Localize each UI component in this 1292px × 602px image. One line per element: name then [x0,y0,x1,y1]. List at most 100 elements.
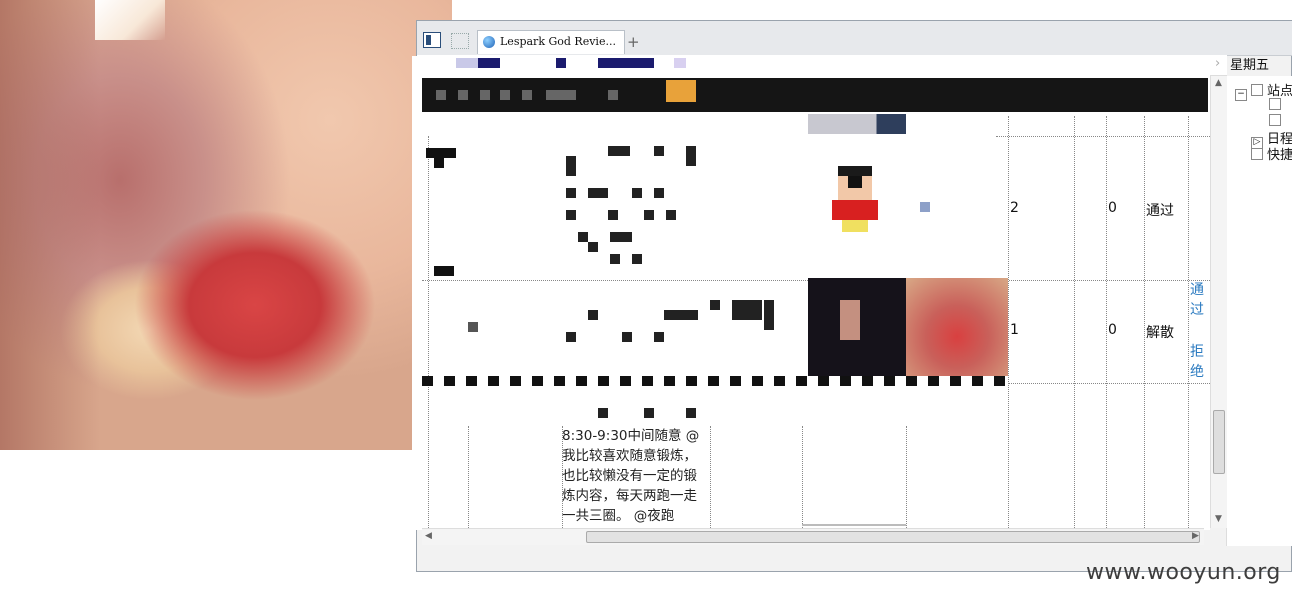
table-rule [428,136,429,530]
obscured-text [608,146,630,156]
horizontal-scroll-thumb[interactable] [586,531,1200,543]
post-text: 8:30-9:30中间随意 @我比较喜欢随意锻炼，也比较懒没有一定的锻炼内容，每… [562,428,700,524]
obscured-text [588,310,598,320]
header-mark [608,90,618,100]
approve-link[interactable]: 通过 [1190,280,1208,320]
header-mark [546,90,576,100]
avatar-photo [906,278,1008,376]
obscured-text [598,408,608,418]
obscured-text [566,332,576,342]
shortcut-icon [1251,148,1263,160]
obscured-text [468,322,478,332]
table-rule [1188,116,1189,530]
obscured-text [764,300,774,330]
header-mark [500,90,510,100]
expand-icon[interactable]: − [1235,89,1247,101]
scroll-down-icon[interactable]: ▼ [1215,514,1222,524]
forward-arrow-icon[interactable]: › [1215,56,1220,71]
obscured-text [710,300,720,310]
table-rule [906,426,907,530]
header-mark [480,90,490,100]
obscured-text [622,332,632,342]
obscured-text [434,158,444,168]
table-rule [802,426,803,530]
horizontal-scrollbar[interactable]: ◀ ▶ [422,528,1204,545]
tab-strip: Lespark God Revie... + [417,21,1292,56]
table-rule [710,426,711,530]
obscured-text [566,156,576,176]
site-header-band [422,78,1208,112]
obscured-text [434,266,454,276]
obscured-text [686,408,696,418]
side-item-shortcuts[interactable]: 快捷 [1251,144,1292,163]
page-icon [1269,114,1281,126]
side-panel: − 站点 ▷ 日程 快捷 [1226,76,1292,546]
photo-highlight [95,0,165,40]
cell-status: 通过 [1146,203,1174,219]
obscured-text [664,310,698,320]
obscured-text [566,188,576,198]
pixel-divider [422,376,1008,386]
table-rule [1008,116,1009,530]
scroll-up-icon[interactable]: ▲ [1215,78,1222,88]
header-mark [436,90,446,100]
cell-flag: 0 [1108,322,1117,338]
obscured-text [666,210,676,220]
sidebar-toggle-button[interactable] [423,32,441,48]
obscured-text [644,210,654,220]
overlay-photo [0,0,452,450]
new-tab-button[interactable]: + [627,33,640,51]
table-rule [996,136,1210,137]
pixel-block [456,58,478,68]
page-content: 2 0 通过 1 0 解散 通过 拒绝 8:30-9:30中间随意 @我比较喜欢… [412,56,1210,530]
pixel-block [556,58,566,68]
cell-count: 1 [1010,322,1019,338]
side-item-sites[interactable]: − 站点 [1235,80,1292,101]
obscured-text [654,332,664,342]
folder-icon [1251,84,1263,96]
obscured-text [578,232,588,242]
table-rule [468,426,469,530]
obscured-text [632,188,642,198]
obscured-text [654,188,664,198]
vertical-scroll-thumb[interactable] [1213,410,1225,474]
cell-flag: 0 [1108,200,1117,216]
page-icon [1269,98,1281,110]
obscured-text [732,300,762,320]
side-item-schedule[interactable]: ▷ 日程 [1251,128,1292,149]
cell-count: 2 [1010,200,1019,216]
photo-shadow [0,0,100,450]
pixel-block [920,202,930,212]
obscured-text [588,188,608,198]
obscured-text [426,148,456,158]
cell-status: 解散 [1146,325,1174,341]
table-rule [1144,116,1145,530]
obscured-text [632,254,642,264]
avatar-strip [808,114,906,134]
table-rule [1106,116,1107,530]
reject-link[interactable]: 拒绝 [1190,342,1208,382]
tab-title: Lespark God Revie... [500,35,616,48]
pixel-block [598,58,654,68]
scroll-left-icon[interactable]: ◀ [425,531,432,541]
obscured-text [566,210,576,220]
table-rule [1074,116,1075,530]
window-switch-button[interactable] [451,33,469,49]
obscured-text [608,210,618,220]
globe-icon [483,36,495,48]
obscured-text [588,242,598,252]
scroll-right-icon[interactable]: ▶ [1192,531,1199,541]
vertical-scrollbar[interactable]: ▲ ▼ [1210,76,1227,528]
pixel-block [674,58,686,68]
pixel-block [478,58,500,68]
side-subitem-1[interactable] [1269,98,1285,114]
obscured-text [654,146,664,156]
obscured-text [610,254,620,264]
obscured-text [686,146,696,166]
obscured-text [610,232,632,242]
tab-lespark-god-review[interactable]: Lespark God Revie... [477,30,625,54]
header-mark [522,90,532,100]
header-logo [666,80,696,102]
obscured-text [644,408,654,418]
header-mark [458,90,468,100]
